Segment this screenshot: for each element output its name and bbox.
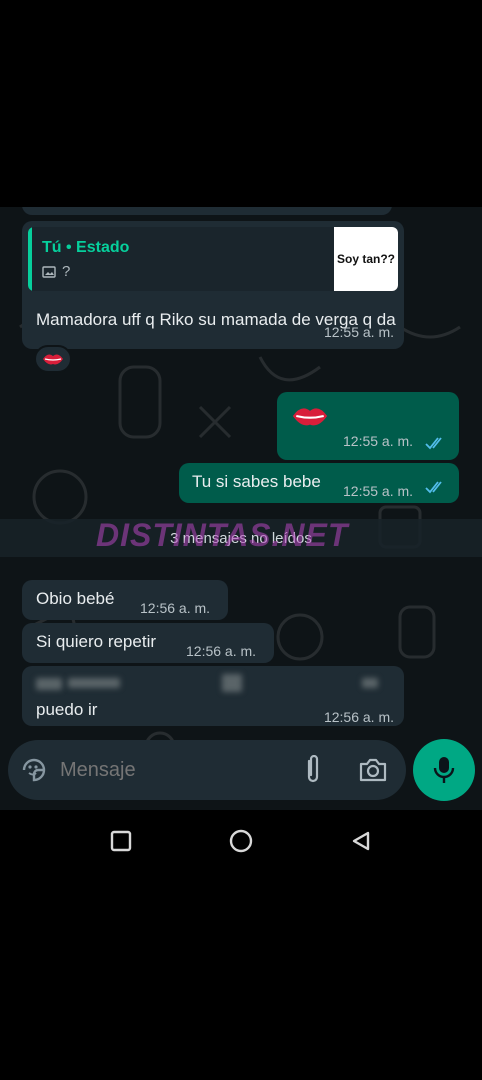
message-time: 12:56 a. m.: [323, 709, 394, 725]
redacted-text: [36, 678, 62, 690]
redacted-text: [222, 674, 242, 692]
sent-text-message[interactable]: Tu si sabes bebe 12:55 a. m.: [179, 463, 459, 503]
attach-icon[interactable]: [298, 754, 328, 786]
mic-icon: [433, 757, 455, 783]
message-input[interactable]: [60, 752, 280, 788]
quote-sub-text: ?: [62, 263, 71, 280]
received-message[interactable]: Obio bebé 12:56 a. m.: [22, 580, 228, 620]
message-time: 12:56 a. m.: [140, 600, 211, 616]
reaction-badge[interactable]: [34, 345, 72, 373]
camera-icon[interactable]: [356, 755, 390, 785]
received-message-redacted[interactable]: puedo ir 12:56 a. m.: [22, 666, 404, 726]
message-time: 12:55 a. m.: [343, 433, 414, 449]
chat-area: Tú • Estado ? Soy tan?? Mamadora uff q R…: [0, 207, 482, 810]
read-ticks-icon: [425, 437, 442, 450]
message-text: Tu si sabes bebe: [192, 472, 321, 491]
received-message[interactable]: Si quiero repetir 12:56 a. m.: [22, 623, 274, 663]
recent-apps-icon[interactable]: [108, 828, 134, 854]
quote-accent-bar: [28, 227, 32, 291]
quote-title: Tú • Estado: [42, 239, 130, 256]
status-quote[interactable]: Tú • Estado ? Soy tan??: [28, 227, 398, 291]
status-reply-message[interactable]: Tú • Estado ? Soy tan?? Mamadora uff q R…: [22, 221, 404, 349]
sticker-icon[interactable]: [20, 756, 48, 784]
watermark: DISTINTAS.NET: [96, 517, 349, 553]
thumbnail-text: Soy tan??: [336, 252, 395, 266]
sent-emoji-message[interactable]: 12:55 a. m.: [277, 392, 459, 460]
home-icon[interactable]: [228, 828, 254, 854]
mic-button[interactable]: [413, 739, 475, 801]
status-thumbnail: Soy tan??: [334, 227, 398, 291]
message-text: puedo ir: [36, 700, 98, 719]
message-text: Obio bebé: [36, 589, 115, 608]
system-nav-bar: [0, 810, 482, 872]
message-text: Si quiero repetir: [36, 632, 157, 651]
redacted-text: [68, 678, 120, 688]
lips-emoji-icon: [292, 408, 328, 426]
message-time: 12:55 a. m.: [323, 324, 394, 340]
quote-subtitle: ?: [42, 261, 70, 283]
message-input-bar[interactable]: [8, 740, 406, 800]
lips-emoji-icon: [43, 354, 63, 365]
message-time: 12:55 a. m.: [343, 483, 414, 499]
redacted-text: [362, 678, 378, 688]
back-icon[interactable]: [348, 828, 374, 854]
message-time: 12:56 a. m.: [186, 643, 257, 659]
image-icon: [42, 266, 56, 278]
previous-message-clipped[interactable]: [22, 207, 392, 215]
read-ticks-icon: [425, 481, 442, 494]
